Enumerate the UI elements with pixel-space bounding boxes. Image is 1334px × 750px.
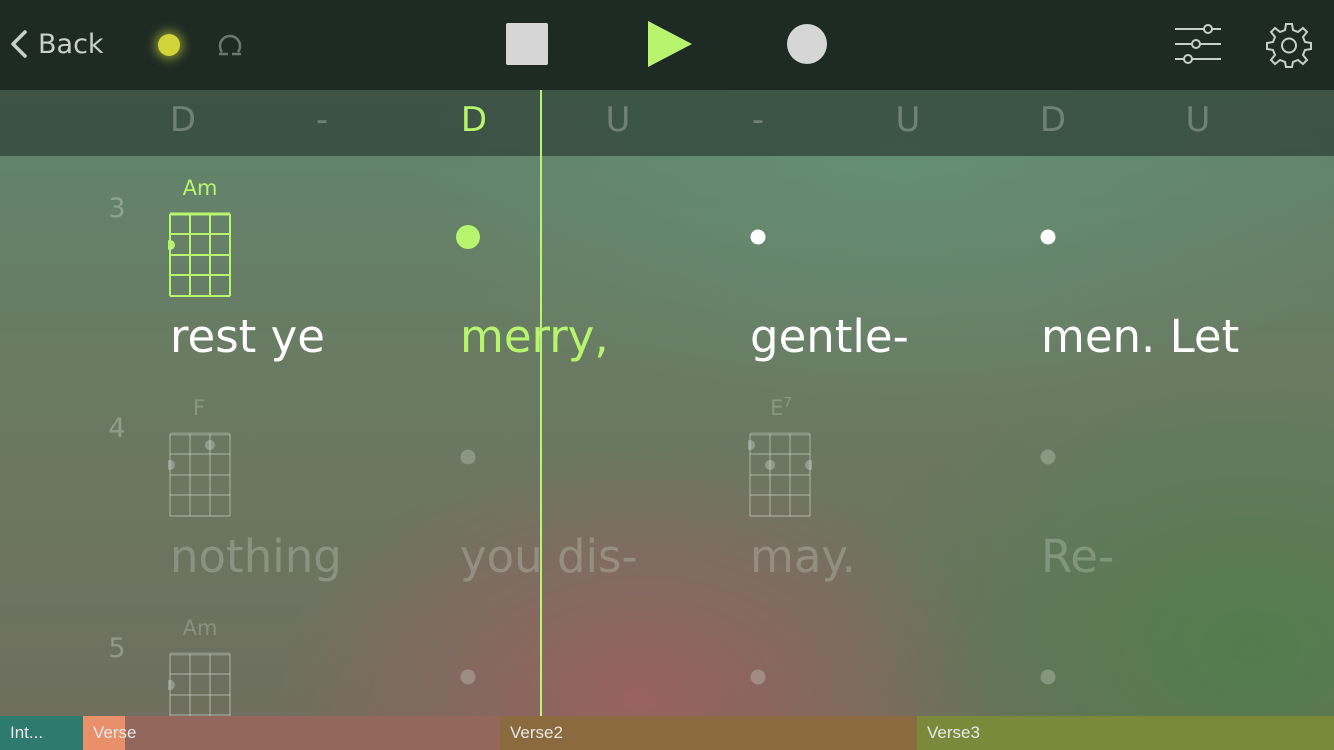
strum-pattern-bar	[0, 90, 1334, 156]
back-button[interactable]: Back	[8, 22, 104, 66]
beat-marker	[1040, 669, 1056, 685]
lyric-word-active: merry,	[460, 310, 609, 363]
strum-7: U	[1185, 100, 1211, 140]
beat-marker	[460, 669, 476, 685]
section-intro[interactable]: Int...	[0, 716, 83, 750]
lyric-word: you dis-	[460, 530, 638, 583]
beat-marker	[460, 449, 476, 465]
strum-5: U	[895, 100, 921, 140]
beat-marker	[750, 669, 766, 685]
metronome-icon[interactable]	[158, 34, 180, 56]
lyric-word: men. Let	[1041, 310, 1240, 363]
gear-icon[interactable]	[1266, 22, 1312, 68]
beat-marker	[750, 229, 766, 245]
strum-2: D	[460, 100, 488, 140]
playhead[interactable]	[540, 90, 542, 720]
lyric-word: may.	[750, 530, 856, 583]
chord-root: E	[770, 396, 784, 420]
play-button[interactable]	[647, 21, 693, 67]
record-button[interactable]	[787, 24, 827, 64]
bar-number: 3	[108, 193, 126, 224]
strum-0: D	[169, 100, 197, 140]
section-verse[interactable]: Verse	[83, 716, 500, 750]
beat-marker-active	[456, 225, 480, 249]
strum-1: -	[315, 100, 329, 140]
beat-marker	[1040, 229, 1056, 245]
top-toolbar: Back	[0, 0, 1334, 90]
loop-icon[interactable]	[216, 30, 244, 60]
strum-6: D	[1039, 100, 1067, 140]
section-verse3[interactable]: Verse3	[917, 716, 1334, 750]
chord-diagram-f[interactable]	[168, 432, 232, 518]
strum-3: U	[605, 100, 631, 140]
back-label: Back	[38, 28, 104, 60]
chevron-left-icon	[11, 30, 27, 58]
section-label: Int...	[10, 723, 44, 742]
chord-extension: 7	[783, 396, 792, 411]
section-label: Verse3	[927, 723, 980, 742]
lyric-word: gentle-	[750, 310, 909, 363]
lyric-word: rest ye	[170, 310, 325, 363]
chord-name: Am	[182, 616, 218, 640]
section-verse2[interactable]: Verse2	[500, 716, 917, 750]
chord-name-e7: E7	[770, 396, 792, 420]
section-label: Verse2	[510, 723, 563, 742]
lyric-word: Re-	[1041, 530, 1115, 583]
chord-diagram-am[interactable]	[168, 212, 232, 298]
bar-number: 4	[108, 413, 126, 444]
mixer-icon[interactable]	[1174, 22, 1222, 66]
bar-number: 5	[108, 633, 126, 664]
strum-4: -	[751, 100, 765, 140]
section-label: Verse	[93, 723, 137, 742]
chord-name: F	[192, 396, 206, 420]
chord-diagram-e7[interactable]	[748, 432, 812, 518]
stop-button[interactable]	[506, 23, 548, 65]
lyric-word: nothing	[170, 530, 342, 583]
chord-name: Am	[182, 176, 218, 200]
beat-marker	[1040, 449, 1056, 465]
